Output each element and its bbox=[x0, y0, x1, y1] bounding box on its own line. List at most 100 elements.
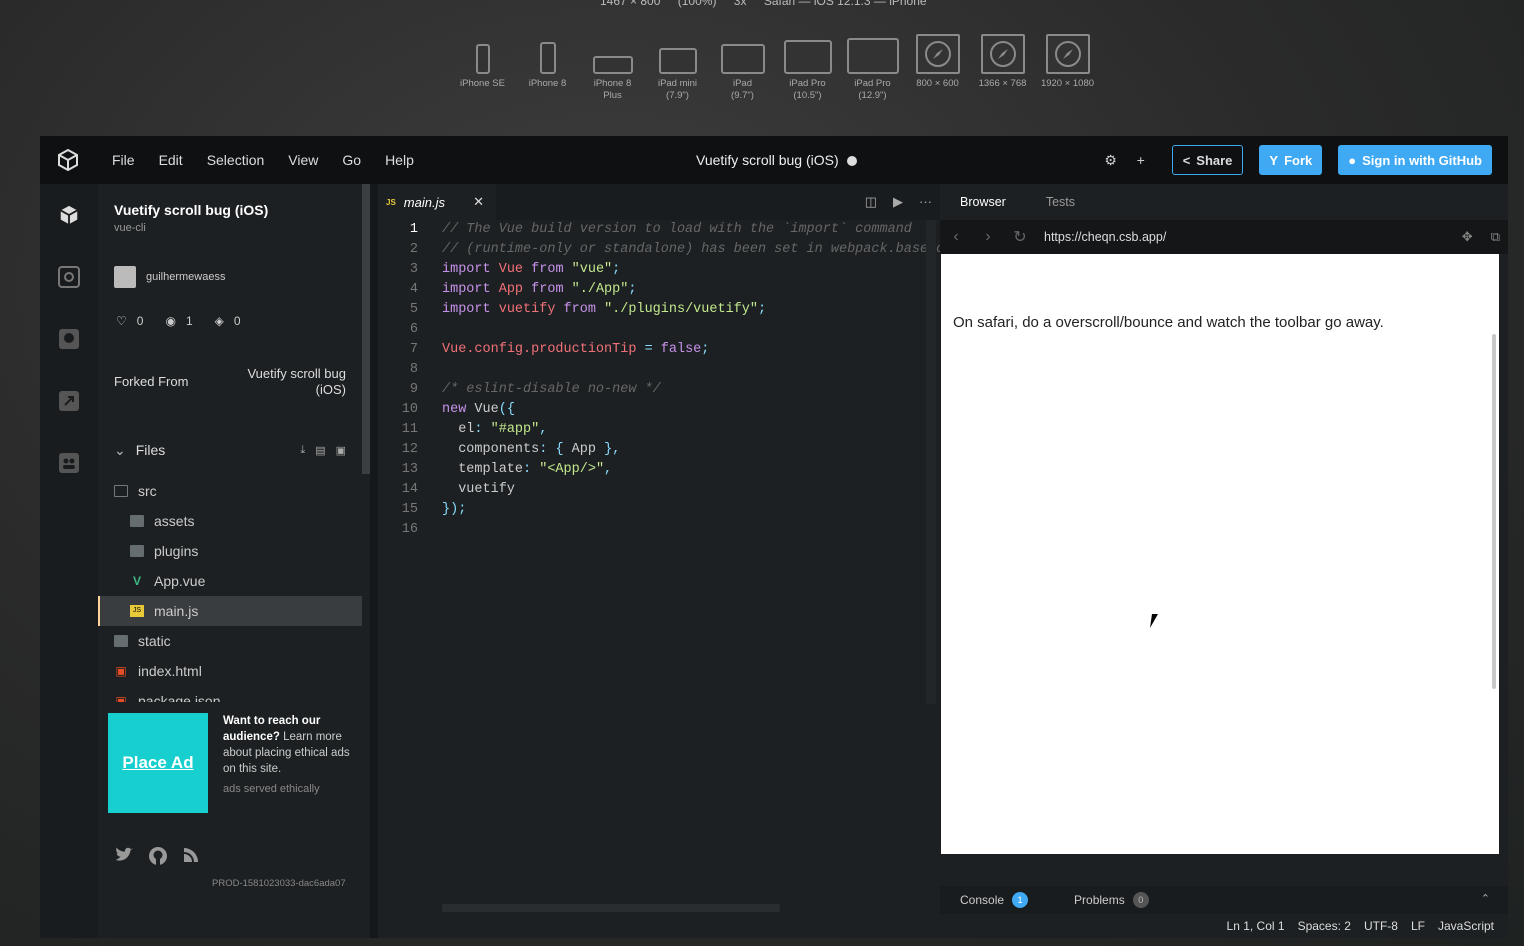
views-count: 1 bbox=[185, 314, 193, 328]
file-name: main.js bbox=[154, 603, 199, 619]
twitter-icon[interactable] bbox=[114, 846, 134, 864]
file-tree-item[interactable]: assets bbox=[98, 506, 362, 536]
code-line: 9 /* eslint-disable no-new */ bbox=[378, 380, 940, 400]
file-tree-item[interactable]: src bbox=[98, 476, 362, 506]
forward-icon[interactable]: › bbox=[972, 228, 1004, 246]
activity-settings-icon[interactable] bbox=[40, 246, 98, 308]
author[interactable]: guilhermewaess bbox=[114, 266, 225, 288]
refresh-icon[interactable]: ↻ bbox=[1004, 227, 1036, 247]
device-option[interactable]: iPad Pro (12.9") bbox=[840, 34, 905, 102]
device-option[interactable]: 800 × 600 bbox=[905, 34, 970, 102]
devtools-bar: Console 1 Problems 0 ⌃ bbox=[940, 886, 1508, 914]
menu-help[interactable]: Help bbox=[373, 152, 426, 168]
github-icon[interactable] bbox=[148, 846, 168, 866]
device-option[interactable]: iPhone 8 Plus bbox=[580, 34, 645, 102]
menu-selection[interactable]: Selection bbox=[195, 152, 277, 168]
device-option[interactable]: 1366 × 768 bbox=[970, 34, 1035, 102]
device-label: 800 × 600 bbox=[916, 78, 959, 89]
code-text: }); bbox=[442, 502, 467, 517]
browser-select[interactable]: Safari — iOS 12.1.3 — iPhone bbox=[764, 0, 927, 8]
tab-console[interactable]: Console 1 bbox=[940, 892, 1029, 908]
files-header[interactable]: ⌄ Files ⤓ ▤ ▣ bbox=[114, 442, 346, 459]
ad-banner[interactable]: Place Ad Want to reach our audience? Lea… bbox=[108, 713, 362, 813]
forked-link[interactable]: Vuetify scroll bug (iOS) bbox=[226, 366, 346, 398]
device-option[interactable]: 1920 × 1080 bbox=[1035, 34, 1100, 102]
activity-info-icon[interactable] bbox=[40, 184, 98, 246]
menu-go[interactable]: Go bbox=[330, 152, 373, 168]
gear-icon[interactable]: ⚙ bbox=[1096, 145, 1126, 175]
activity-github-icon[interactable] bbox=[40, 308, 98, 370]
menu-view[interactable]: View bbox=[276, 152, 330, 168]
preview-frame[interactable]: On safari, do a overscroll/bounce and wa… bbox=[941, 254, 1499, 854]
tab-problems[interactable]: Problems 0 bbox=[1054, 892, 1149, 908]
device-option[interactable]: iPad mini (7.9") bbox=[645, 34, 710, 102]
status-item[interactable]: UTF-8 bbox=[1364, 919, 1398, 933]
activity-deploy-icon[interactable] bbox=[40, 370, 98, 432]
code-text: /* eslint-disable no-new */ bbox=[442, 382, 661, 397]
fork-button[interactable]: Y Fork bbox=[1259, 145, 1323, 175]
chevron-up-icon[interactable]: ⌃ bbox=[1481, 892, 1490, 905]
file-tree-item[interactable]: plugins bbox=[98, 536, 362, 566]
more-icon[interactable]: ··· bbox=[919, 194, 932, 210]
device-option[interactable]: iPad (9.7") bbox=[710, 34, 775, 102]
chevron-down-icon: ⌄ bbox=[114, 442, 126, 458]
device-label: iPad bbox=[732, 78, 752, 89]
code-line: 7 Vue.config.productionTip = false; bbox=[378, 340, 940, 360]
split-view-icon[interactable]: ◫ bbox=[865, 194, 877, 210]
menubar: File Edit Selection View Go Help Vuetify scro… bbox=[40, 136, 1508, 184]
file-tree-item[interactable]: V App.vue bbox=[98, 566, 362, 596]
file-tree-item[interactable]: JS main.js bbox=[98, 596, 362, 626]
ad-text: Want to reach our audience? Learn more a… bbox=[223, 713, 363, 777]
menu-file[interactable]: File bbox=[100, 152, 147, 168]
code-editor[interactable]: 1 // The Vue build version to load with t… bbox=[378, 220, 940, 840]
status-item[interactable]: Ln 1, Col 1 bbox=[1227, 919, 1285, 933]
open-new-window-icon[interactable]: ⧉ bbox=[1491, 229, 1500, 245]
codesandbox-logo-icon[interactable] bbox=[40, 136, 96, 184]
status-item[interactable]: JavaScript bbox=[1438, 919, 1494, 933]
sign-in-github-button[interactable]: ● Sign in with GitHub bbox=[1338, 145, 1492, 175]
tab-tests[interactable]: Tests bbox=[1026, 184, 1095, 220]
device-option[interactable]: iPad Pro (10.5") bbox=[775, 34, 840, 102]
url-input[interactable]: https://cheqn.csb.app/ bbox=[1044, 230, 1166, 244]
menu-edit[interactable]: Edit bbox=[147, 152, 195, 168]
preview-icon[interactable]: ▶ bbox=[893, 194, 903, 210]
js-file-icon: JS bbox=[386, 197, 396, 207]
tab-browser[interactable]: Browser bbox=[940, 184, 1026, 220]
new-folder-icon[interactable]: ▣ bbox=[336, 444, 346, 457]
preview-scrollbar[interactable] bbox=[1492, 334, 1496, 689]
header-actions: ⚙ + < Share Y Fork ● Sign in with GitHub bbox=[1096, 145, 1492, 175]
plus-icon[interactable]: + bbox=[1126, 145, 1156, 175]
share-button[interactable]: < Share bbox=[1171, 145, 1244, 175]
device-option[interactable]: iPhone 8 bbox=[515, 34, 580, 102]
editor-scrollbar[interactable] bbox=[926, 220, 936, 704]
device-toggle-icon[interactable]: ✥ bbox=[1462, 229, 1473, 245]
file-tree-item[interactable]: ▣ index.html bbox=[98, 656, 362, 686]
device-label: 1920 × 1080 bbox=[1040, 78, 1095, 89]
scale-select[interactable]: 3x bbox=[734, 0, 747, 8]
sidebar-resize-gutter[interactable] bbox=[370, 184, 378, 938]
json-file-icon: ▣ bbox=[115, 694, 127, 702]
place-ad-box[interactable]: Place Ad bbox=[108, 713, 208, 813]
file-tree-item[interactable]: static bbox=[98, 626, 362, 656]
device-frame-icon bbox=[475, 44, 490, 74]
likes-stat[interactable]: ♡ 0 bbox=[116, 314, 143, 328]
activity-live-icon[interactable] bbox=[40, 432, 98, 494]
status-item[interactable]: LF bbox=[1411, 919, 1425, 933]
file-tree-item[interactable]: ▣ package.json bbox=[98, 686, 362, 702]
code-line: 2 // (runtime-only or standalone) has bee… bbox=[378, 240, 940, 260]
new-file-icon[interactable]: ▤ bbox=[315, 444, 325, 457]
tab-main-js[interactable]: JS main.js ✕ bbox=[378, 184, 496, 220]
line-number: 3 bbox=[409, 262, 418, 277]
device-option[interactable]: iPhone SE bbox=[450, 34, 515, 102]
sandbox-title[interactable]: Vuetify scroll bug (iOS) bbox=[696, 152, 857, 168]
spectrum-icon[interactable] bbox=[182, 846, 200, 864]
device-label: 1366 × 768 bbox=[978, 78, 1027, 89]
status-item[interactable]: Spaces: 2 bbox=[1298, 919, 1351, 933]
html-file-icon: ▣ bbox=[115, 664, 127, 678]
code-text: import App from "./App"; bbox=[442, 282, 637, 297]
download-icon[interactable]: ⤓ bbox=[300, 444, 305, 457]
back-icon[interactable]: ‹ bbox=[940, 228, 972, 246]
editor-horizontal-scrollbar[interactable] bbox=[442, 904, 780, 912]
close-icon[interactable]: ✕ bbox=[473, 194, 484, 210]
code-line: 8 bbox=[378, 360, 940, 380]
